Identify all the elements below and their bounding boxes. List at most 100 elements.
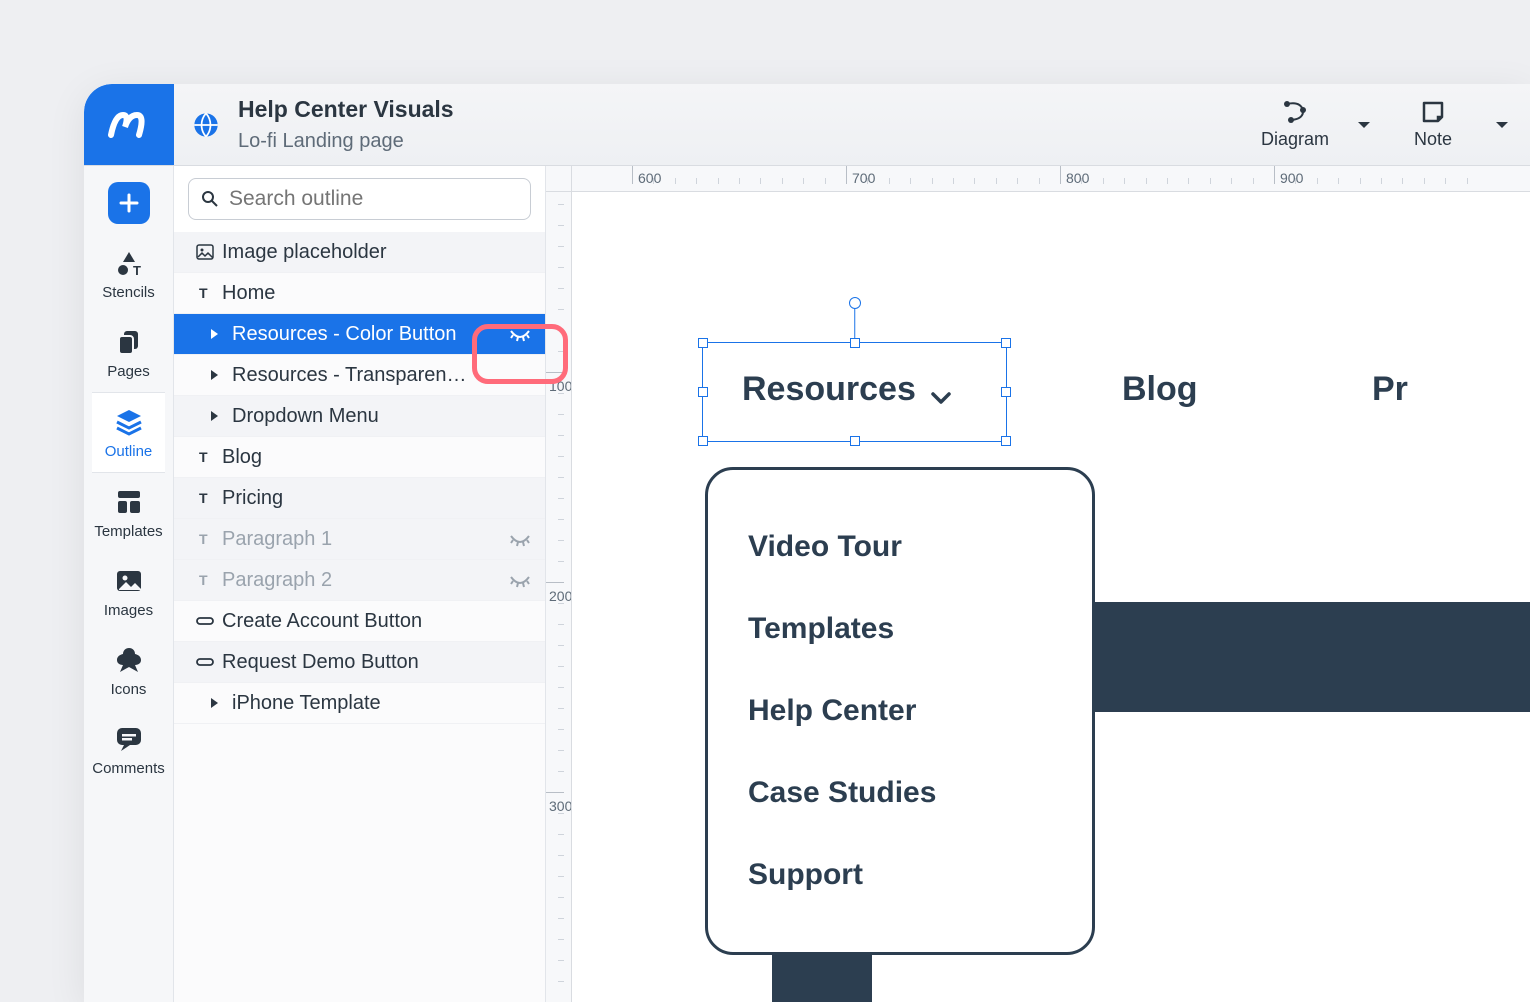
resize-handle-se[interactable]: [1001, 436, 1011, 446]
templates-icon: [114, 487, 144, 517]
outline-item-label: Paragraph 1: [222, 528, 332, 551]
resize-handle-n[interactable]: [850, 338, 860, 348]
text-type-icon: T: [196, 530, 214, 548]
left-nav-rail: T Stencils Pages Outline Templates Images Icon…: [84, 166, 174, 1002]
header-toolbar: Diagram Note: [1236, 84, 1530, 165]
resize-handle-w[interactable]: [698, 387, 708, 397]
nav-rail-stencils[interactable]: T Stencils: [92, 234, 165, 313]
text-type-icon: T: [196, 284, 214, 302]
nav-rail-label: Stencils: [102, 284, 155, 301]
outline-item-label: iPhone Template: [232, 692, 381, 715]
nav-rail-pages[interactable]: Pages: [92, 313, 165, 392]
outline-item[interactable]: T Home: [174, 273, 545, 314]
outline-item-label: Image placeholder: [222, 241, 387, 264]
nav-rail-label: Images: [104, 602, 153, 619]
group-type-icon: [206, 694, 224, 712]
comments-icon: [114, 724, 144, 754]
nav-item-pricing[interactable]: Pr: [1372, 370, 1408, 409]
outline-item[interactable]: Request Demo Button: [174, 642, 545, 683]
visibility-hidden-icon[interactable]: [509, 325, 531, 343]
project-title-area[interactable]: Help Center Visuals Lo-fi Landing page: [174, 84, 1236, 165]
diagram-dropdown-toggle[interactable]: [1350, 120, 1378, 130]
outline-item[interactable]: T Paragraph 2: [174, 560, 545, 601]
diagram-tool-label: Diagram: [1261, 129, 1329, 150]
outline-item[interactable]: Image placeholder: [174, 232, 545, 273]
nav-rail-label: Pages: [107, 363, 150, 380]
search-outline-input[interactable]: [188, 178, 531, 220]
moqups-logo-icon: [105, 101, 153, 149]
group-type-icon: [206, 366, 224, 384]
outline-item-label: Blog: [222, 446, 262, 469]
outline-item[interactable]: Resources - Transparen…: [174, 355, 545, 396]
outline-item-label: Home: [222, 282, 275, 305]
horizontal-ruler: 600700800900: [572, 166, 1530, 192]
outline-item[interactable]: T Blog: [174, 437, 545, 478]
project-title: Help Center Visuals: [238, 94, 454, 125]
outline-item-label: Paragraph 2: [222, 569, 332, 592]
note-icon: [1420, 99, 1446, 125]
canvas[interactable]: Blog Pr Video TourTemplatesHelp CenterCa…: [572, 192, 1530, 1002]
nav-rail-outline[interactable]: Outline: [92, 392, 165, 473]
nav-blog-label: Blog: [1122, 370, 1198, 409]
svg-text:T: T: [133, 263, 141, 278]
dropdown-item[interactable]: Video Tour: [748, 506, 1052, 588]
outline-item-label: Resources - Color Button: [232, 323, 457, 346]
text-type-icon: T: [196, 571, 214, 589]
outline-icon: [114, 407, 144, 437]
visibility-hidden-icon[interactable]: [509, 530, 531, 548]
nav-item-blog[interactable]: Blog: [1122, 370, 1198, 409]
page-subtitle: Lo-fi Landing page: [238, 128, 454, 155]
resize-handle-e[interactable]: [1001, 387, 1011, 397]
search-field[interactable]: [229, 187, 518, 211]
globe-icon: [192, 111, 220, 139]
dropdown-menu-mockup[interactable]: Video TourTemplatesHelp CenterCase Studi…: [705, 467, 1095, 955]
resize-handle-ne[interactable]: [1001, 338, 1011, 348]
visibility-hidden-icon[interactable]: [509, 571, 531, 589]
icons-icon: [114, 645, 144, 675]
ruler-v-label: 100: [549, 378, 572, 394]
outline-item[interactable]: Create Account Button: [174, 601, 545, 642]
rotation-handle[interactable]: [849, 297, 861, 309]
text-type-icon: T: [196, 489, 214, 507]
search-icon: [201, 190, 219, 208]
outline-panel: Image placeholder T Home Resources - Col…: [174, 166, 546, 1002]
app-logo[interactable]: [84, 84, 174, 165]
outline-item[interactable]: Dropdown Menu: [174, 396, 545, 437]
stencils-icon: T: [114, 248, 144, 278]
pages-icon: [114, 327, 144, 357]
outline-item[interactable]: T Pricing: [174, 478, 545, 519]
outline-item[interactable]: T Paragraph 1: [174, 519, 545, 560]
nav-rail-label: Outline: [105, 443, 153, 460]
canvas-area: 600700800900 100200300400 Blog Pr Video …: [546, 166, 1530, 1002]
nav-rail-icons[interactable]: Icons: [92, 631, 165, 710]
note-dropdown-toggle[interactable]: [1488, 120, 1516, 130]
ruler-corner: [546, 166, 572, 192]
ruler-h-label: 900: [1280, 170, 1303, 186]
plus-icon: [118, 192, 140, 214]
outline-item[interactable]: iPhone Template: [174, 683, 545, 724]
dropdown-item[interactable]: Templates: [748, 588, 1052, 670]
svg-text:T: T: [199, 490, 208, 506]
outline-item[interactable]: Resources - Color Button: [174, 314, 545, 355]
dropdown-item[interactable]: Help Center: [748, 670, 1052, 752]
images-icon: [114, 566, 144, 596]
ruler-h-label: 800: [1066, 170, 1089, 186]
svg-text:T: T: [199, 449, 208, 465]
app-window: Help Center Visuals Lo-fi Landing page D…: [84, 84, 1530, 1002]
nav-rail-images[interactable]: Images: [92, 552, 165, 631]
resize-handle-nw[interactable]: [698, 338, 708, 348]
note-tool-button[interactable]: Note: [1388, 99, 1478, 150]
dropdown-item[interactable]: Support: [748, 834, 1052, 916]
nav-rail-templates[interactable]: Templates: [92, 473, 165, 552]
dropdown-item[interactable]: Case Studies: [748, 752, 1052, 834]
resize-handle-s[interactable]: [850, 436, 860, 446]
selection-box[interactable]: [702, 342, 1007, 442]
nav-rail-comments[interactable]: Comments: [92, 710, 165, 789]
resize-handle-sw[interactable]: [698, 436, 708, 446]
text-type-icon: T: [196, 448, 214, 466]
svg-text:T: T: [199, 285, 208, 301]
ruler-h-label: 600: [638, 170, 661, 186]
add-button[interactable]: [108, 182, 150, 224]
diagram-tool-button[interactable]: Diagram: [1250, 99, 1340, 150]
app-body: T Stencils Pages Outline Templates Images Icon…: [84, 166, 1530, 1002]
